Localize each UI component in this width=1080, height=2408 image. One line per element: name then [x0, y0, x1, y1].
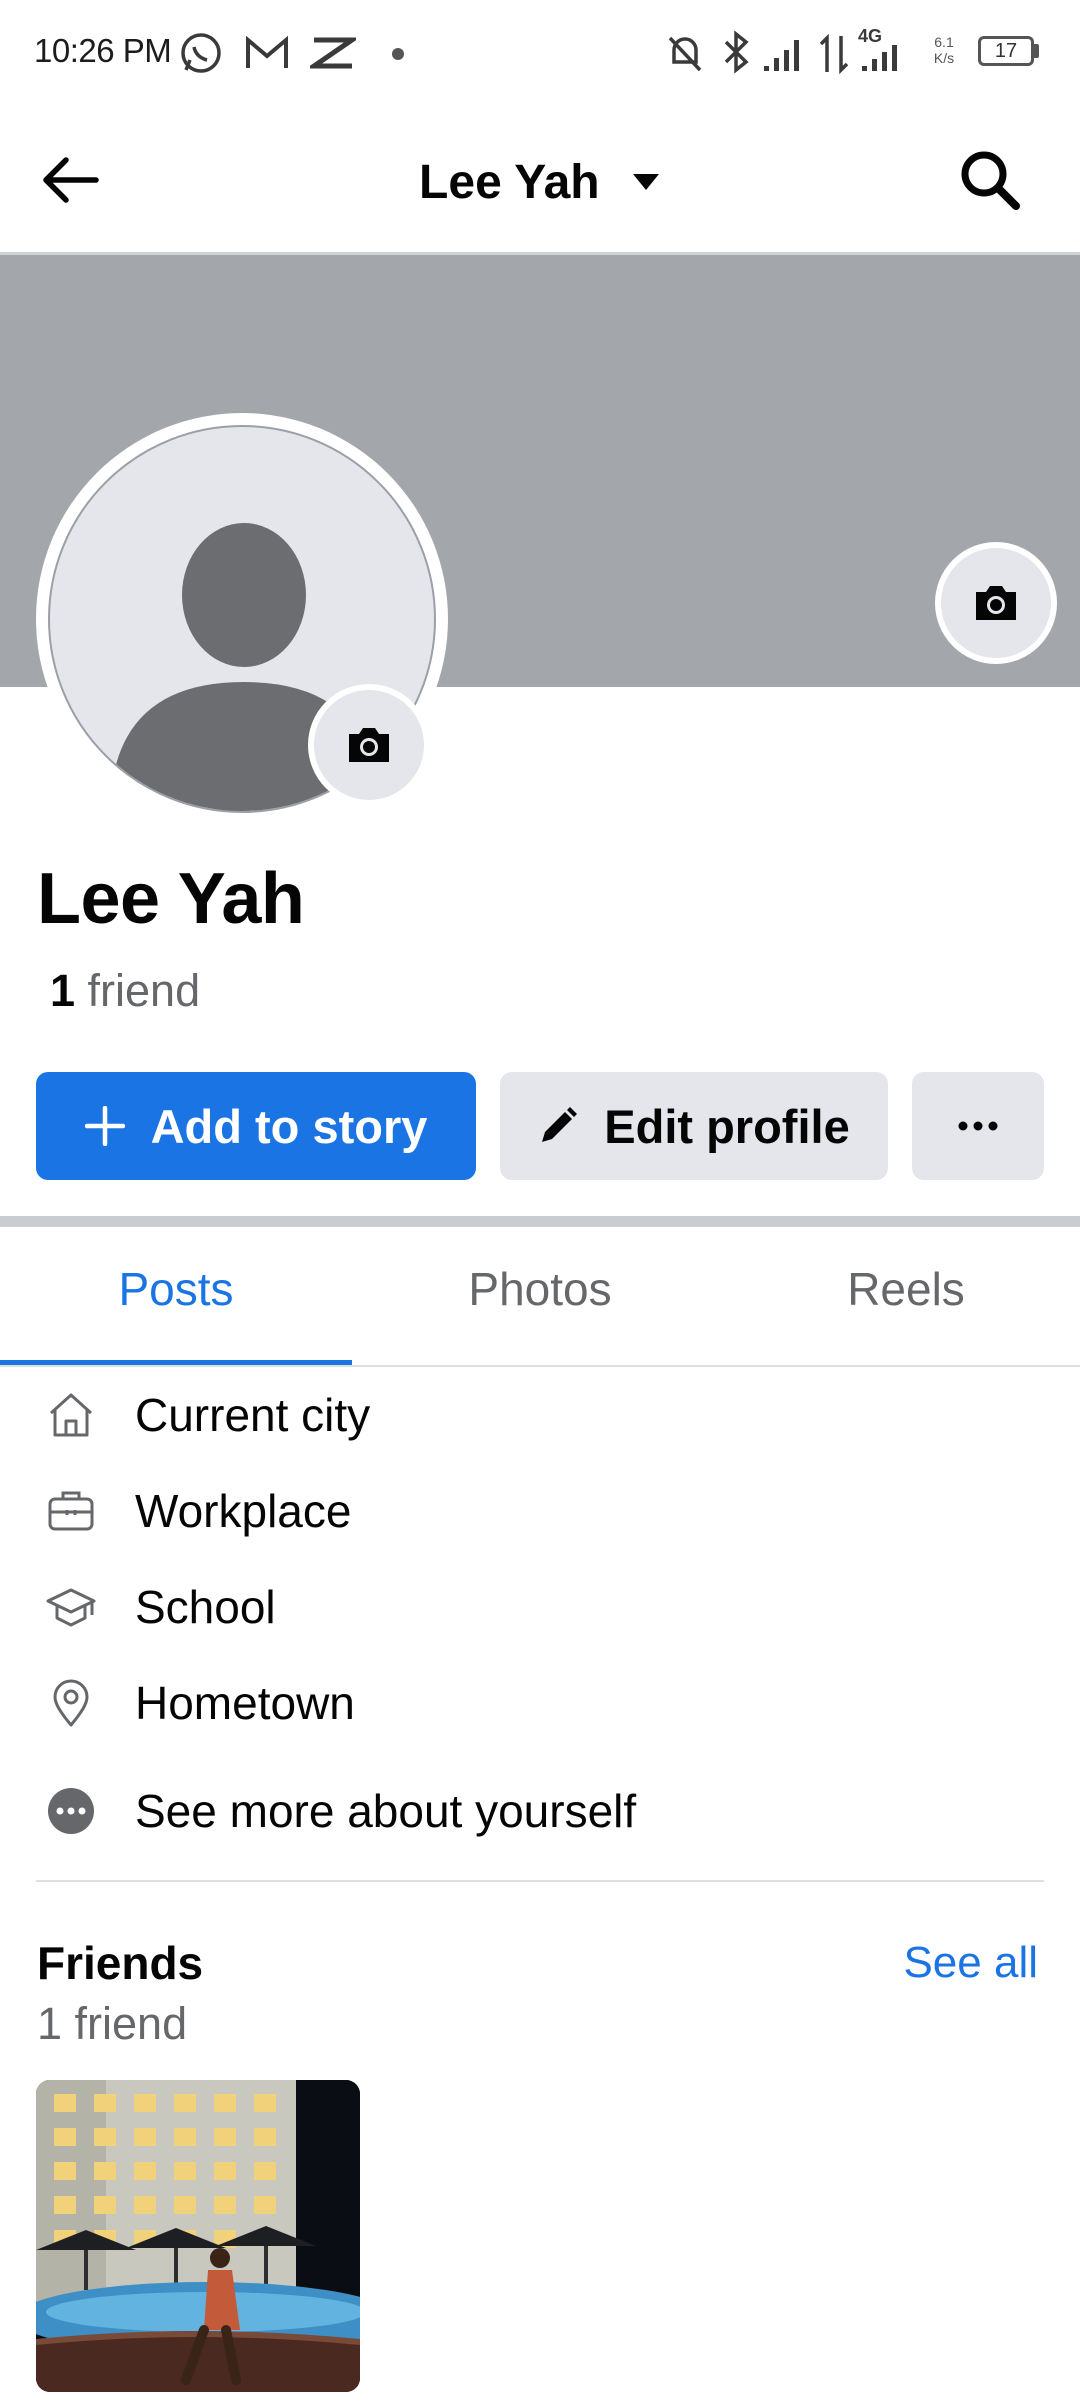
friend-count-label: friend: [87, 965, 201, 1016]
tabs-divider: [0, 1365, 1080, 1367]
more-dots-icon: [37, 1786, 105, 1836]
about-item-school[interactable]: School: [0, 1562, 1080, 1652]
avatar-camera-button[interactable]: [308, 684, 430, 806]
header-title: Lee Yah: [419, 155, 600, 209]
pencil-icon: [538, 1106, 578, 1146]
profile-name: Lee Yah: [37, 859, 305, 939]
gmail-icon: [244, 34, 290, 72]
bluetooth-icon: [722, 30, 750, 74]
edit-profile-label: Edit profile: [604, 1099, 850, 1153]
about-item-see-more[interactable]: See more about yourself: [0, 1766, 1080, 1856]
profile-switcher[interactable]: Lee Yah: [0, 152, 1080, 210]
status-bar: 10:26 PM 4G 6.1 K/s 17: [0, 0, 1080, 108]
about-item-current-city[interactable]: Current city: [0, 1370, 1080, 1460]
home-icon: [37, 1389, 105, 1441]
friend-photo[interactable]: [36, 2080, 360, 2392]
about-label: Hometown: [135, 1677, 355, 1729]
capcut-icon: [310, 34, 356, 72]
see-all-friends-link[interactable]: See all: [903, 1938, 1038, 1988]
friends-section-title: Friends: [37, 1937, 204, 1989]
data-arrows-icon: [818, 34, 850, 74]
edit-profile-button[interactable]: Edit profile: [500, 1072, 888, 1180]
battery-level: 17: [994, 39, 1018, 62]
friend-photo-image: [36, 2080, 360, 2392]
camera-icon: [345, 724, 393, 766]
add-to-story-button[interactable]: Add to story: [36, 1072, 476, 1180]
search-icon[interactable]: [958, 148, 1022, 212]
whatsapp-icon: [178, 30, 224, 76]
muted-bell-icon: [664, 32, 706, 74]
app-header: Lee Yah: [0, 108, 1080, 255]
location-pin-icon: [37, 1677, 105, 1729]
briefcase-icon: [37, 1485, 105, 1537]
cover-camera-button[interactable]: [935, 542, 1057, 664]
about-item-hometown[interactable]: Hometown: [0, 1658, 1080, 1748]
signal-icon-1: [762, 36, 806, 72]
battery-tip: [1034, 44, 1039, 58]
notification-dot-icon: [392, 48, 404, 60]
about-label: See more about yourself: [135, 1785, 637, 1837]
graduation-cap-icon: [37, 1581, 105, 1633]
status-time: 10:26 PM: [34, 32, 172, 69]
tab-photos[interactable]: Photos: [364, 1262, 716, 1316]
tab-reels[interactable]: Reels: [730, 1262, 1080, 1316]
about-label: School: [135, 1581, 276, 1633]
speed-unit: K/s: [933, 50, 955, 66]
battery-icon: 17: [978, 36, 1034, 66]
about-item-workplace[interactable]: Workplace: [0, 1466, 1080, 1556]
section-divider: [0, 1216, 1080, 1227]
network-speed: 6.1 K/s: [930, 34, 958, 66]
signal-icon-2: [860, 44, 904, 72]
plus-icon: [84, 1106, 125, 1146]
caret-down-icon: [631, 172, 661, 192]
about-label: Current city: [135, 1389, 371, 1441]
speed-value: 6.1: [934, 34, 954, 50]
tab-posts[interactable]: Posts: [0, 1262, 352, 1316]
about-divider: [36, 1880, 1044, 1882]
more-options-button[interactable]: [912, 1072, 1044, 1180]
friends-subtitle: 1 friend: [37, 1998, 188, 2049]
friend-count[interactable]: 1 friend: [50, 965, 200, 1017]
add-to-story-label: Add to story: [150, 1099, 428, 1153]
camera-icon: [972, 582, 1020, 624]
about-label: Workplace: [135, 1485, 352, 1537]
friend-count-number: 1: [50, 965, 76, 1016]
ellipsis-icon: [958, 1121, 998, 1131]
